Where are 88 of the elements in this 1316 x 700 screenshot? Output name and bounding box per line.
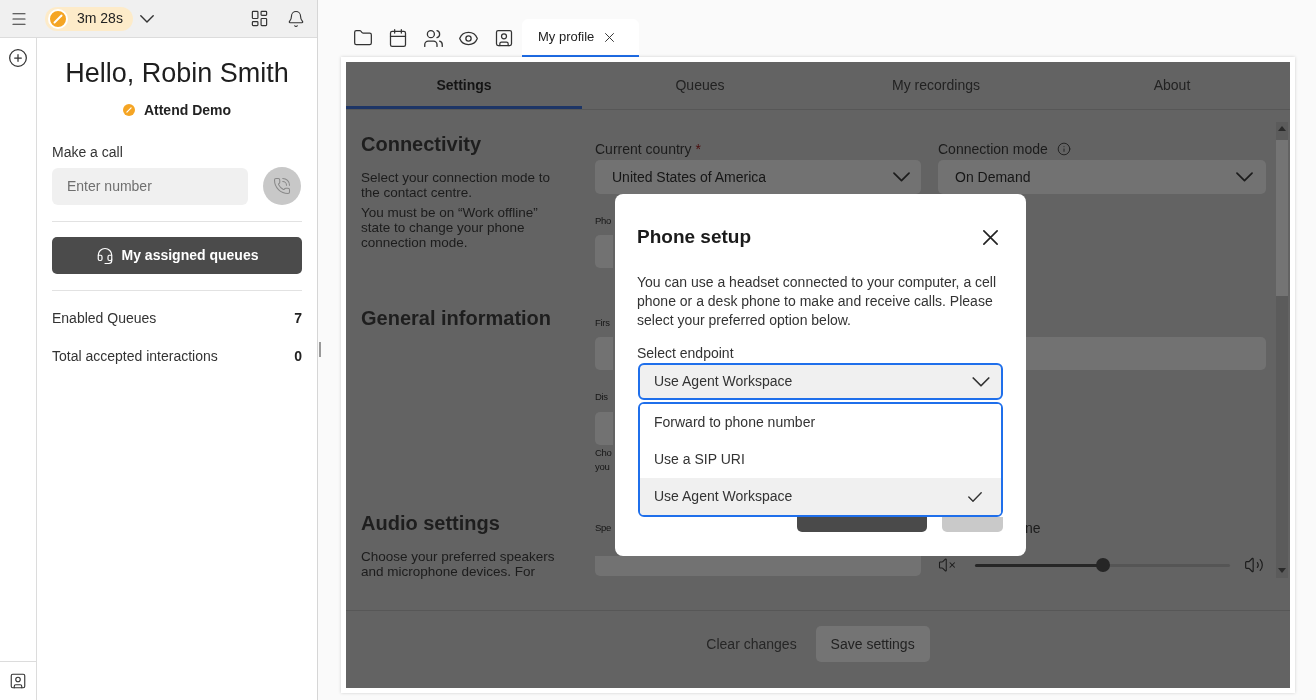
resize-handle[interactable] [319, 342, 321, 357]
add-button[interactable] [8, 48, 28, 68]
section-title: Audio settings [361, 511, 500, 535]
assigned-queues-button[interactable]: My assigned queues [52, 237, 302, 274]
chevron-down-icon [1236, 172, 1253, 182]
endpoint-option[interactable]: Use Agent Workspace [640, 478, 1001, 515]
settings-tab[interactable]: About [1054, 62, 1290, 109]
layout-button[interactable] [250, 9, 269, 28]
last-name-field[interactable] [1024, 337, 1266, 370]
status-dropdown-button[interactable] [140, 14, 154, 23]
mute-icon[interactable] [938, 556, 956, 574]
make-call-label: Make a call [52, 143, 123, 161]
profile-tab[interactable]: My profile [522, 19, 639, 57]
volume-slider-thumb[interactable] [1095, 558, 1110, 572]
phone-icon [273, 177, 291, 195]
field-label: Pho [595, 214, 611, 228]
settings-tab[interactable]: Queues [582, 62, 818, 109]
field-label: Spe [595, 521, 611, 535]
select-value: United States of America [612, 167, 767, 187]
clear-changes-button[interactable]: Clear changes [706, 626, 797, 662]
contact-card-icon [9, 672, 27, 690]
section-title: General information [361, 306, 552, 330]
call-button[interactable] [263, 167, 301, 205]
scroll-down-arrow-icon[interactable] [1278, 568, 1286, 573]
greeting-heading: Hello, Robin Smith [64, 57, 290, 89]
endpoint-select[interactable]: Use Agent Workspace [638, 363, 1003, 400]
section-description: Choose your preferred speakers and microphone devices. For [361, 549, 556, 579]
section-title: Connectivity [361, 132, 482, 156]
endpoint-label: Select endpoint [637, 344, 734, 362]
status-timer: 3m 28s [77, 9, 123, 28]
status-icon [48, 8, 68, 29]
headset-icon [95, 246, 114, 265]
chevron-down-icon [893, 172, 910, 182]
contact-button[interactable] [494, 28, 514, 48]
field-hint: Cho [595, 446, 612, 460]
chevron-down-icon [140, 14, 154, 23]
dialog-title: Phone setup [637, 224, 751, 249]
scrollbar-thumb[interactable] [1276, 140, 1288, 296]
option-label: Use a SIP URI [654, 450, 745, 469]
status-label: Attend Demo [143, 100, 232, 120]
info-icon[interactable] [1056, 142, 1071, 156]
close-icon [983, 229, 998, 245]
contacts-button[interactable] [9, 672, 27, 690]
stat-value: 7 [294, 308, 302, 328]
dialog-description: You can use a headset connected to your computer, a cell phone or a desk phone to make and receive calls. Please select your preferred option below. [637, 273, 998, 330]
close-button[interactable] [983, 229, 998, 245]
notifications-button[interactable] [287, 9, 305, 28]
status-timer-pill[interactable]: 3m 28s [45, 6, 133, 31]
stat-label: Total accepted interactions [52, 346, 218, 366]
field-label: Current country * [595, 141, 701, 157]
connection-mode-select[interactable]: On Demand [938, 160, 1266, 194]
calendar-button[interactable] [388, 28, 408, 48]
country-select[interactable]: United States of America [595, 160, 921, 194]
files-button[interactable] [353, 28, 373, 48]
settings-tab[interactable]: My recordings [818, 62, 1054, 109]
field-hint: you [595, 460, 610, 474]
folder-icon [353, 28, 373, 48]
settings-tab[interactable]: Settings [346, 62, 582, 109]
section-description: Select your connection mode to the contact centre. [361, 170, 552, 200]
check-icon [968, 491, 982, 502]
plus-circle-icon [8, 48, 28, 68]
close-icon[interactable] [605, 32, 615, 42]
chevron-down-icon [972, 376, 990, 387]
phone-number-input[interactable]: Enter number [52, 167, 248, 205]
field-label: Connection mode [938, 141, 1048, 157]
calendar-icon [388, 28, 408, 48]
select-value: Use Agent Workspace [654, 372, 793, 391]
layout-icon [250, 9, 269, 28]
scrollbar[interactable] [1276, 122, 1288, 578]
contact-card-icon [494, 28, 514, 48]
bell-icon [287, 9, 305, 28]
stat-label: Enabled Queues [52, 308, 157, 328]
section-description: You must be on “Work offline” state to change your phone connection mode. [361, 205, 539, 250]
select-value: On Demand [955, 167, 1031, 187]
status-icon [122, 104, 135, 116]
save-settings-button[interactable]: Save settings [815, 626, 930, 662]
stat-value: 0 [294, 346, 302, 366]
people-button[interactable] [423, 27, 444, 49]
field-label: Firs [595, 316, 610, 330]
speaker-icon[interactable] [1244, 555, 1264, 575]
scroll-up-arrow-icon[interactable] [1278, 126, 1286, 131]
field-label: ne [1025, 520, 1041, 536]
volume-slider[interactable] [975, 558, 1230, 572]
tab-label: My profile [538, 28, 595, 47]
option-label: Forward to phone number [654, 413, 816, 432]
people-icon [423, 27, 444, 49]
field-label: Dis [595, 390, 608, 404]
option-label: Use Agent Workspace [654, 487, 793, 506]
